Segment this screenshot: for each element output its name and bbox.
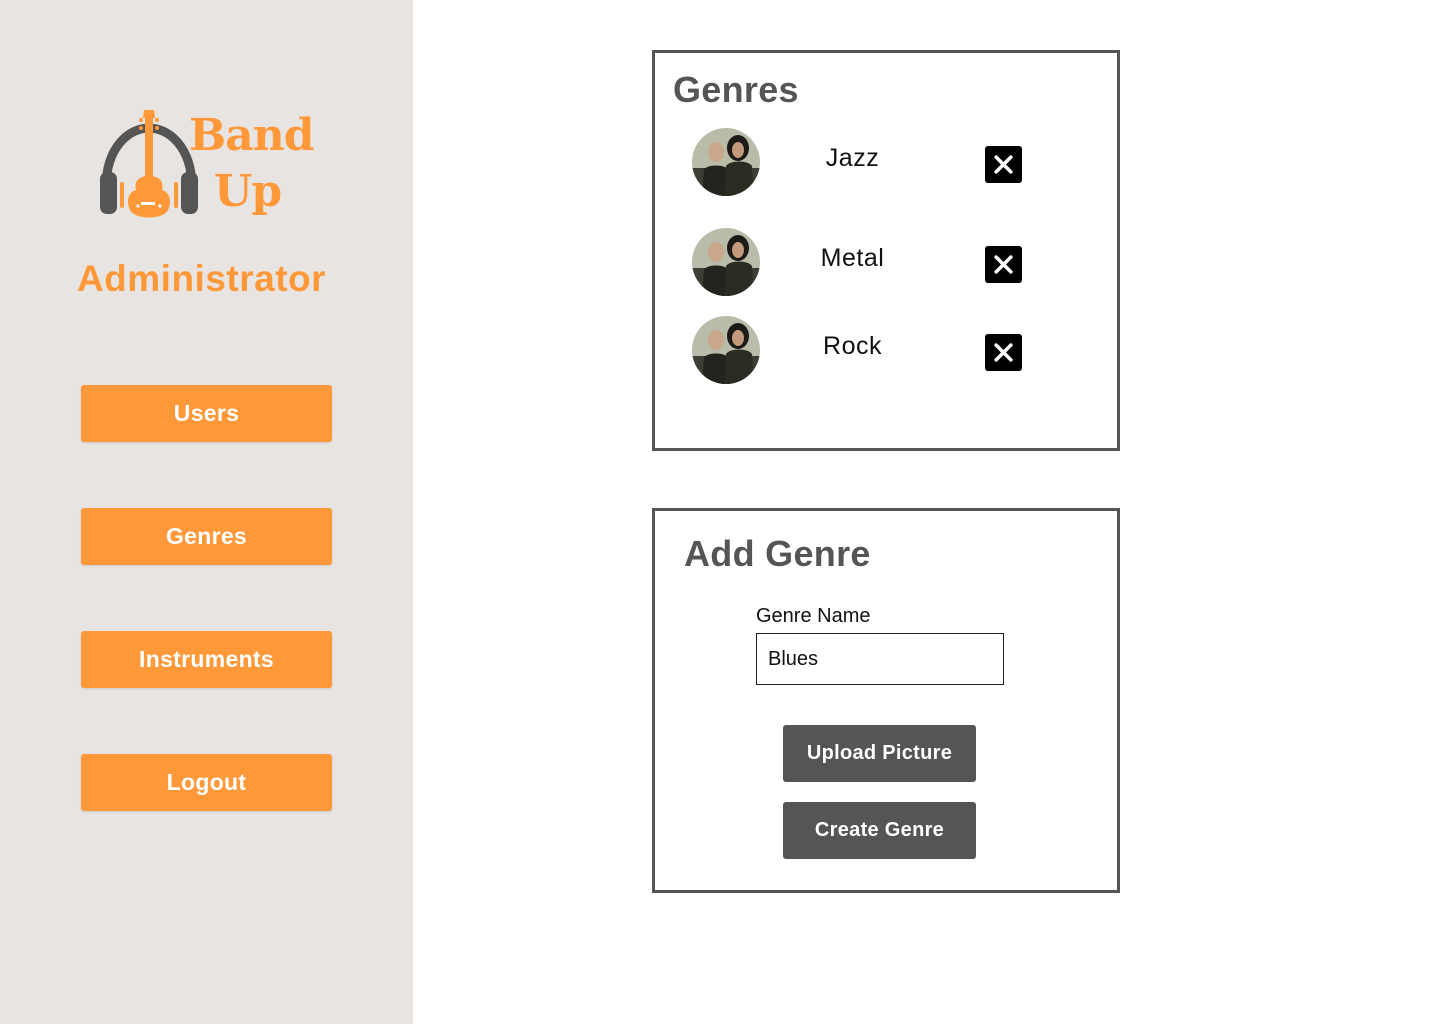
genres-panel: Genres Jazz Metal Rock xyxy=(652,50,1120,451)
genre-avatar xyxy=(692,316,760,384)
add-genre-title: Add Genre xyxy=(684,533,871,574)
create-genre-button[interactable]: Create Genre xyxy=(783,802,976,859)
genre-avatar xyxy=(692,228,760,296)
genres-panel-title: Genres xyxy=(673,69,799,110)
close-icon xyxy=(994,155,1013,174)
sidebar: Band Up Administrator Users Genres Instr… xyxy=(0,0,413,1024)
delete-genre-button[interactable] xyxy=(985,246,1022,283)
close-icon xyxy=(994,255,1013,274)
genre-name: Metal xyxy=(820,244,885,272)
upload-picture-button[interactable]: Upload Picture xyxy=(783,725,976,782)
genre-avatar xyxy=(692,128,760,196)
genre-name: Jazz xyxy=(825,144,880,172)
delete-genre-button[interactable] xyxy=(985,334,1022,371)
role-title: Administrator xyxy=(76,258,327,299)
nav-genres-button[interactable]: Genres xyxy=(81,508,332,565)
close-icon xyxy=(994,343,1013,362)
genre-row-metal: Metal xyxy=(655,228,1117,298)
genre-name-input[interactable] xyxy=(756,633,1004,685)
genre-row-rock: Rock xyxy=(655,316,1117,386)
nav-users-button[interactable]: Users xyxy=(81,385,332,442)
brand-name-line1: Band xyxy=(189,110,314,161)
nav-instruments-button[interactable]: Instruments xyxy=(81,631,332,688)
brand-logo: Band Up xyxy=(100,106,314,226)
genre-name: Rock xyxy=(823,332,882,360)
nav-logout-button[interactable]: Logout xyxy=(81,754,332,811)
brand-name-line2: Up xyxy=(214,166,282,217)
add-genre-panel: Add Genre Genre Name Upload Picture Crea… xyxy=(652,508,1120,893)
genre-row-jazz: Jazz xyxy=(655,128,1117,198)
genre-name-label: Genre Name xyxy=(756,605,871,627)
guitar-headphones-icon xyxy=(100,110,198,218)
delete-genre-button[interactable] xyxy=(985,146,1022,183)
